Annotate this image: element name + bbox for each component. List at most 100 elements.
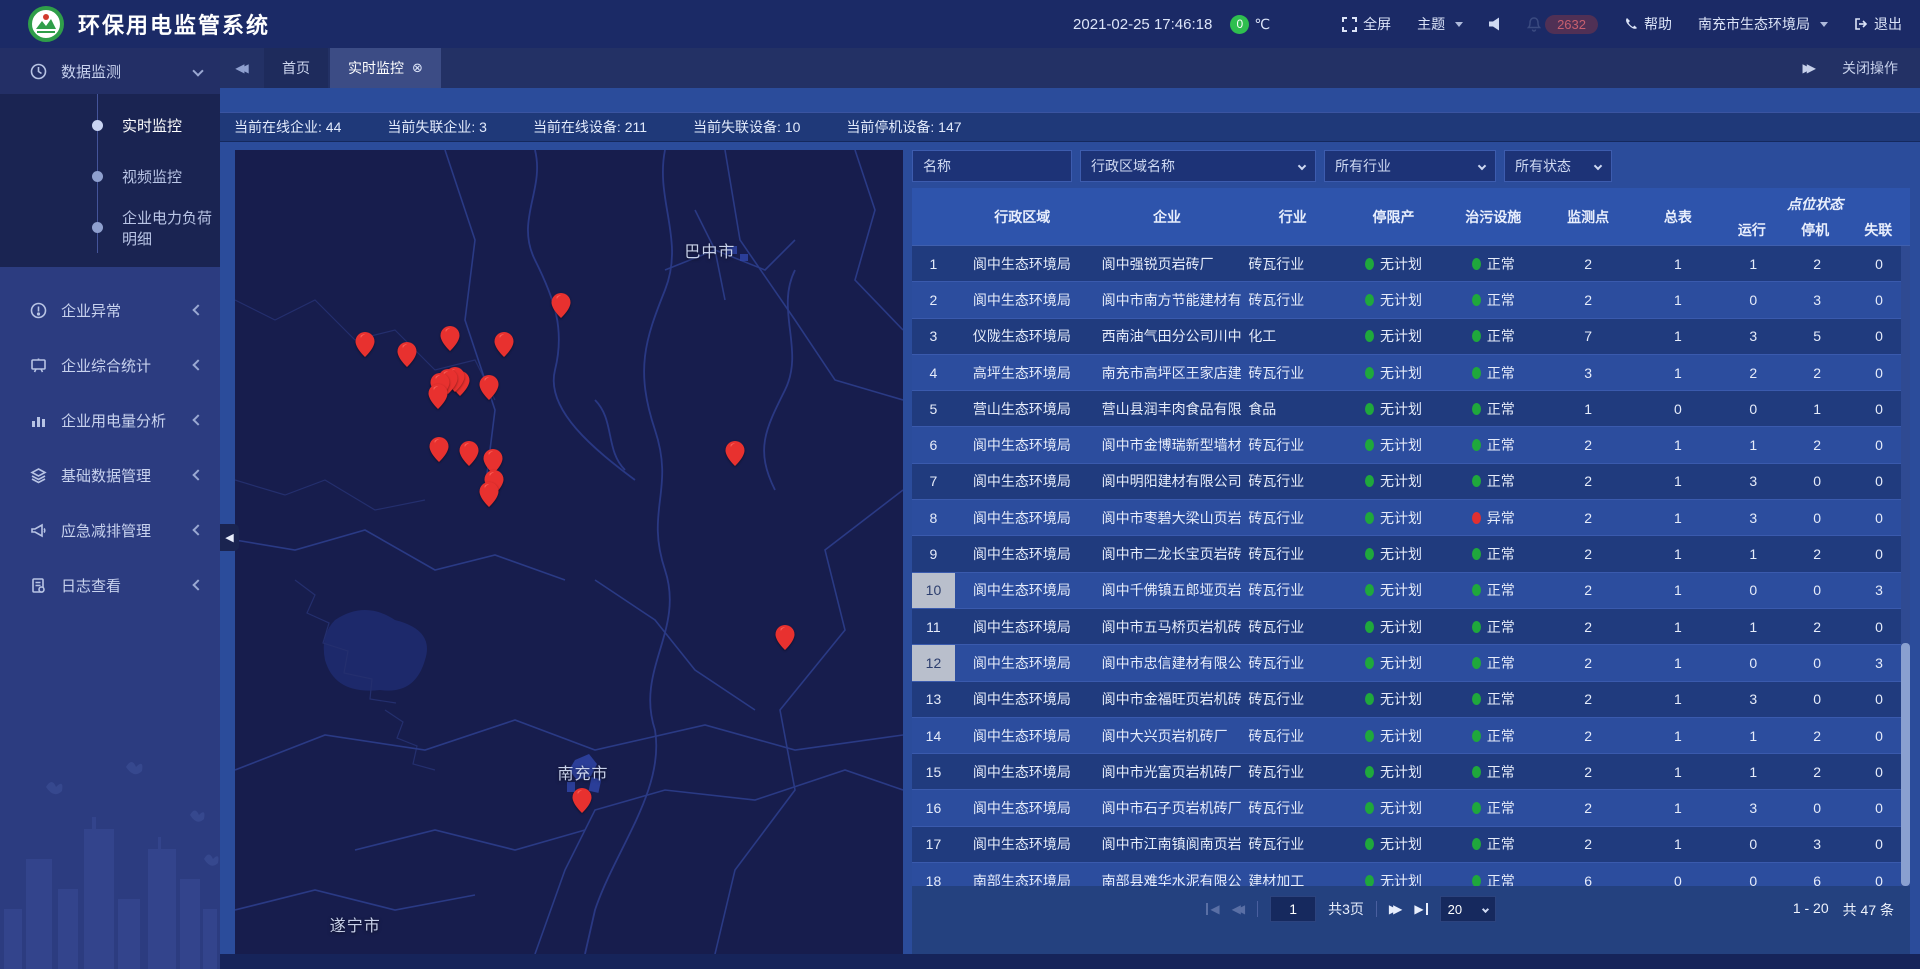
page-size-select[interactable]: 20	[1440, 896, 1496, 922]
cell-stop: 无计划	[1341, 246, 1446, 281]
map-panel[interactable]: 巴中市南充市遂宁市	[235, 150, 903, 954]
notifications[interactable]: 2632	[1527, 15, 1598, 34]
fullscreen-button[interactable]: 全屏	[1342, 14, 1391, 34]
help-button[interactable]: 帮助	[1624, 14, 1672, 34]
caret-down-icon	[1820, 22, 1828, 27]
logout-button[interactable]: 退出	[1854, 14, 1902, 34]
first-page-button[interactable]: ◀	[1206, 902, 1219, 916]
cell-enterprise: 阆中千佛镇五郎垭页岩	[1090, 573, 1245, 608]
map-pin-icon[interactable]	[459, 441, 478, 466]
table-row[interactable]: 13阆中生态环境局阆中市金福旺页岩机砖砖瓦行业无计划正常21300	[912, 682, 1910, 718]
cell-region: 南部生态环境局	[955, 863, 1090, 886]
stat-item: 当前在线设备: 211	[533, 117, 647, 137]
close-operations-button[interactable]: 关闭操作	[1842, 58, 1898, 78]
map-pin-icon[interactable]	[495, 332, 514, 357]
layers-icon	[30, 467, 47, 484]
green-status-dot	[1365, 403, 1374, 415]
cell-meter: 1	[1635, 645, 1720, 680]
cell-enterprise: 阆中市二龙长宝页岩砖	[1090, 536, 1245, 571]
map-pin-icon[interactable]	[775, 625, 794, 650]
sound-button[interactable]	[1489, 17, 1501, 31]
table-row[interactable]: 3仪陇生态环境局西南油气田分公司川中化工无计划正常71350	[912, 319, 1910, 355]
table-row[interactable]: 5营山生态环境局营山县润丰肉食品有限食品无计划正常10010	[912, 391, 1910, 427]
cell-monitor: 2	[1541, 790, 1636, 825]
page-title: 环保用电监管系统	[78, 8, 270, 40]
tabs-scroll-left[interactable]: ◀◀	[220, 48, 264, 88]
sidebar-item-enterprise-statistics[interactable]: 企业综合统计	[0, 344, 220, 386]
map-pin-icon[interactable]	[397, 342, 416, 367]
map-pin-icon[interactable]	[551, 293, 570, 318]
row-number: 4	[912, 355, 955, 390]
table-row[interactable]: 17阆中生态环境局阆中市江南镇阆南页岩砖瓦行业无计划正常21030	[912, 827, 1910, 863]
cell-meter: 1	[1635, 682, 1720, 717]
theme-dropdown[interactable]: 主题	[1417, 14, 1463, 34]
last-page-button[interactable]: ▶	[1414, 902, 1427, 916]
cell-monitor: 2	[1541, 282, 1636, 317]
map-pin-icon[interactable]	[572, 788, 591, 813]
table-row[interactable]: 10阆中生态环境局阆中千佛镇五郎垭页岩砖瓦行业无计划正常21003	[912, 573, 1910, 609]
table-row[interactable]: 1阆中生态环境局阆中强锐页岩砖厂砖瓦行业无计划正常21120	[912, 246, 1910, 282]
cell-industry: 砖瓦行业	[1244, 754, 1341, 789]
table-row[interactable]: 14阆中生态环境局阆中大兴页岩机砖厂砖瓦行业无计划正常21120	[912, 718, 1910, 754]
sidebar-item-power-analysis[interactable]: 企业用电量分析	[0, 399, 220, 441]
chevron-left-icon	[192, 359, 203, 370]
sidebar-item-enterprise-abnormal[interactable]: 企业异常	[0, 289, 220, 331]
tabs-scroll-right[interactable]: ▶▶	[1803, 61, 1816, 75]
sidebar-item-data-monitor[interactable]: 数据监测	[0, 48, 220, 94]
tab-home[interactable]: 首页	[264, 48, 328, 88]
page-number-input[interactable]	[1270, 896, 1316, 922]
table-row[interactable]: 6阆中生态环境局阆中市金博瑞新型墙材砖瓦行业无计划正常21120	[912, 427, 1910, 463]
next-page-button[interactable]: ▶▶	[1389, 902, 1402, 916]
cell-monitor: 6	[1541, 863, 1636, 886]
cell-monitor: 2	[1541, 427, 1636, 462]
cell-run: 3	[1720, 790, 1786, 825]
table-row[interactable]: 18南部生态环境局南部县难华水泥有限公建材加工无计划正常60060	[912, 863, 1910, 886]
org-dropdown[interactable]: 南充市生态环境局	[1698, 14, 1828, 34]
table-row[interactable]: 2阆中生态环境局阆中市南方节能建材有砖瓦行业无计划正常21030	[912, 282, 1910, 318]
sidebar-item-base-data[interactable]: 基础数据管理	[0, 454, 220, 496]
cell-stopped: 0	[1786, 500, 1848, 535]
map-pin-icon[interactable]	[479, 375, 498, 400]
cell-monitor: 2	[1541, 246, 1636, 281]
cell-industry: 砖瓦行业	[1244, 645, 1341, 680]
status-select[interactable]: 所有状态	[1504, 150, 1612, 182]
table-row[interactable]: 9阆中生态环境局阆中市二龙长宝页岩砖砖瓦行业无计划正常21120	[912, 536, 1910, 572]
table-row[interactable]: 8阆中生态环境局阆中市枣碧大梁山页岩砖瓦行业无计划异常21300	[912, 500, 1910, 536]
table-row[interactable]: 15阆中生态环境局阆中市光富页岩机砖厂砖瓦行业无计划正常21120	[912, 754, 1910, 790]
table-row[interactable]: 4高坪生态环境局南充市高坪区王家店建砖瓦行业无计划正常31220	[912, 355, 1910, 391]
close-tab-icon[interactable]: ⊗	[412, 60, 423, 76]
map-pin-icon[interactable]	[441, 326, 460, 351]
map-pin-icon[interactable]	[429, 437, 448, 462]
map-roads	[235, 150, 903, 954]
sidebar-collapse-button[interactable]: ◀	[220, 524, 239, 551]
table-row[interactable]: 11阆中生态环境局阆中市五马桥页岩机砖砖瓦行业无计划正常21120	[912, 609, 1910, 645]
sidebar-subitem-realtime-monitor[interactable]: 实时监控	[0, 100, 220, 151]
map-pin-icon[interactable]	[429, 384, 448, 409]
cell-meter: 1	[1635, 500, 1720, 535]
table-row[interactable]: 7阆中生态环境局阆中明阳建材有限公司砖瓦行业无计划正常21300	[912, 464, 1910, 500]
table-scrollbar[interactable]	[1901, 246, 1910, 886]
prev-page-button[interactable]: ◀◀	[1232, 902, 1245, 916]
cell-region: 阆中生态环境局	[955, 282, 1090, 317]
logout-icon	[1854, 17, 1868, 31]
table-row[interactable]: 12阆中生态环境局阆中市忠信建材有限公砖瓦行业无计划正常21003	[912, 645, 1910, 681]
table-rows: 1阆中生态环境局阆中强锐页岩砖厂砖瓦行业无计划正常211202阆中生态环境局阆中…	[912, 246, 1910, 886]
stat-item: 当前停机设备: 147	[846, 117, 961, 137]
scrollbar-thumb[interactable]	[1901, 643, 1910, 886]
region-select[interactable]: 行政区域名称	[1080, 150, 1316, 182]
map-pin-icon[interactable]	[356, 332, 375, 357]
cell-region: 阆中生态环境局	[955, 536, 1090, 571]
tab-realtime-monitor[interactable]: 实时监控 ⊗	[330, 48, 441, 88]
sidebar-subitem-power-load-detail[interactable]: 企业电力负荷明细	[0, 202, 220, 253]
sidebar-subitem-video-monitor[interactable]: 视频监控	[0, 151, 220, 202]
table-row[interactable]: 16阆中生态环境局阆中市石子页岩机砖厂砖瓦行业无计划正常21300	[912, 790, 1910, 826]
skyline-decoration	[0, 759, 220, 969]
name-search-input[interactable]	[912, 150, 1072, 182]
map-pin-icon[interactable]	[726, 441, 745, 466]
cell-industry: 砖瓦行业	[1244, 609, 1341, 644]
industry-select[interactable]: 所有行业	[1324, 150, 1496, 182]
sidebar-item-log-view[interactable]: 日志查看	[0, 564, 220, 606]
map-pin-icon[interactable]	[479, 482, 498, 507]
sidebar-item-emergency-reduction[interactable]: 应急减排管理	[0, 509, 220, 551]
filter-row: 行政区域名称 所有行业 所有状态	[912, 150, 1910, 182]
